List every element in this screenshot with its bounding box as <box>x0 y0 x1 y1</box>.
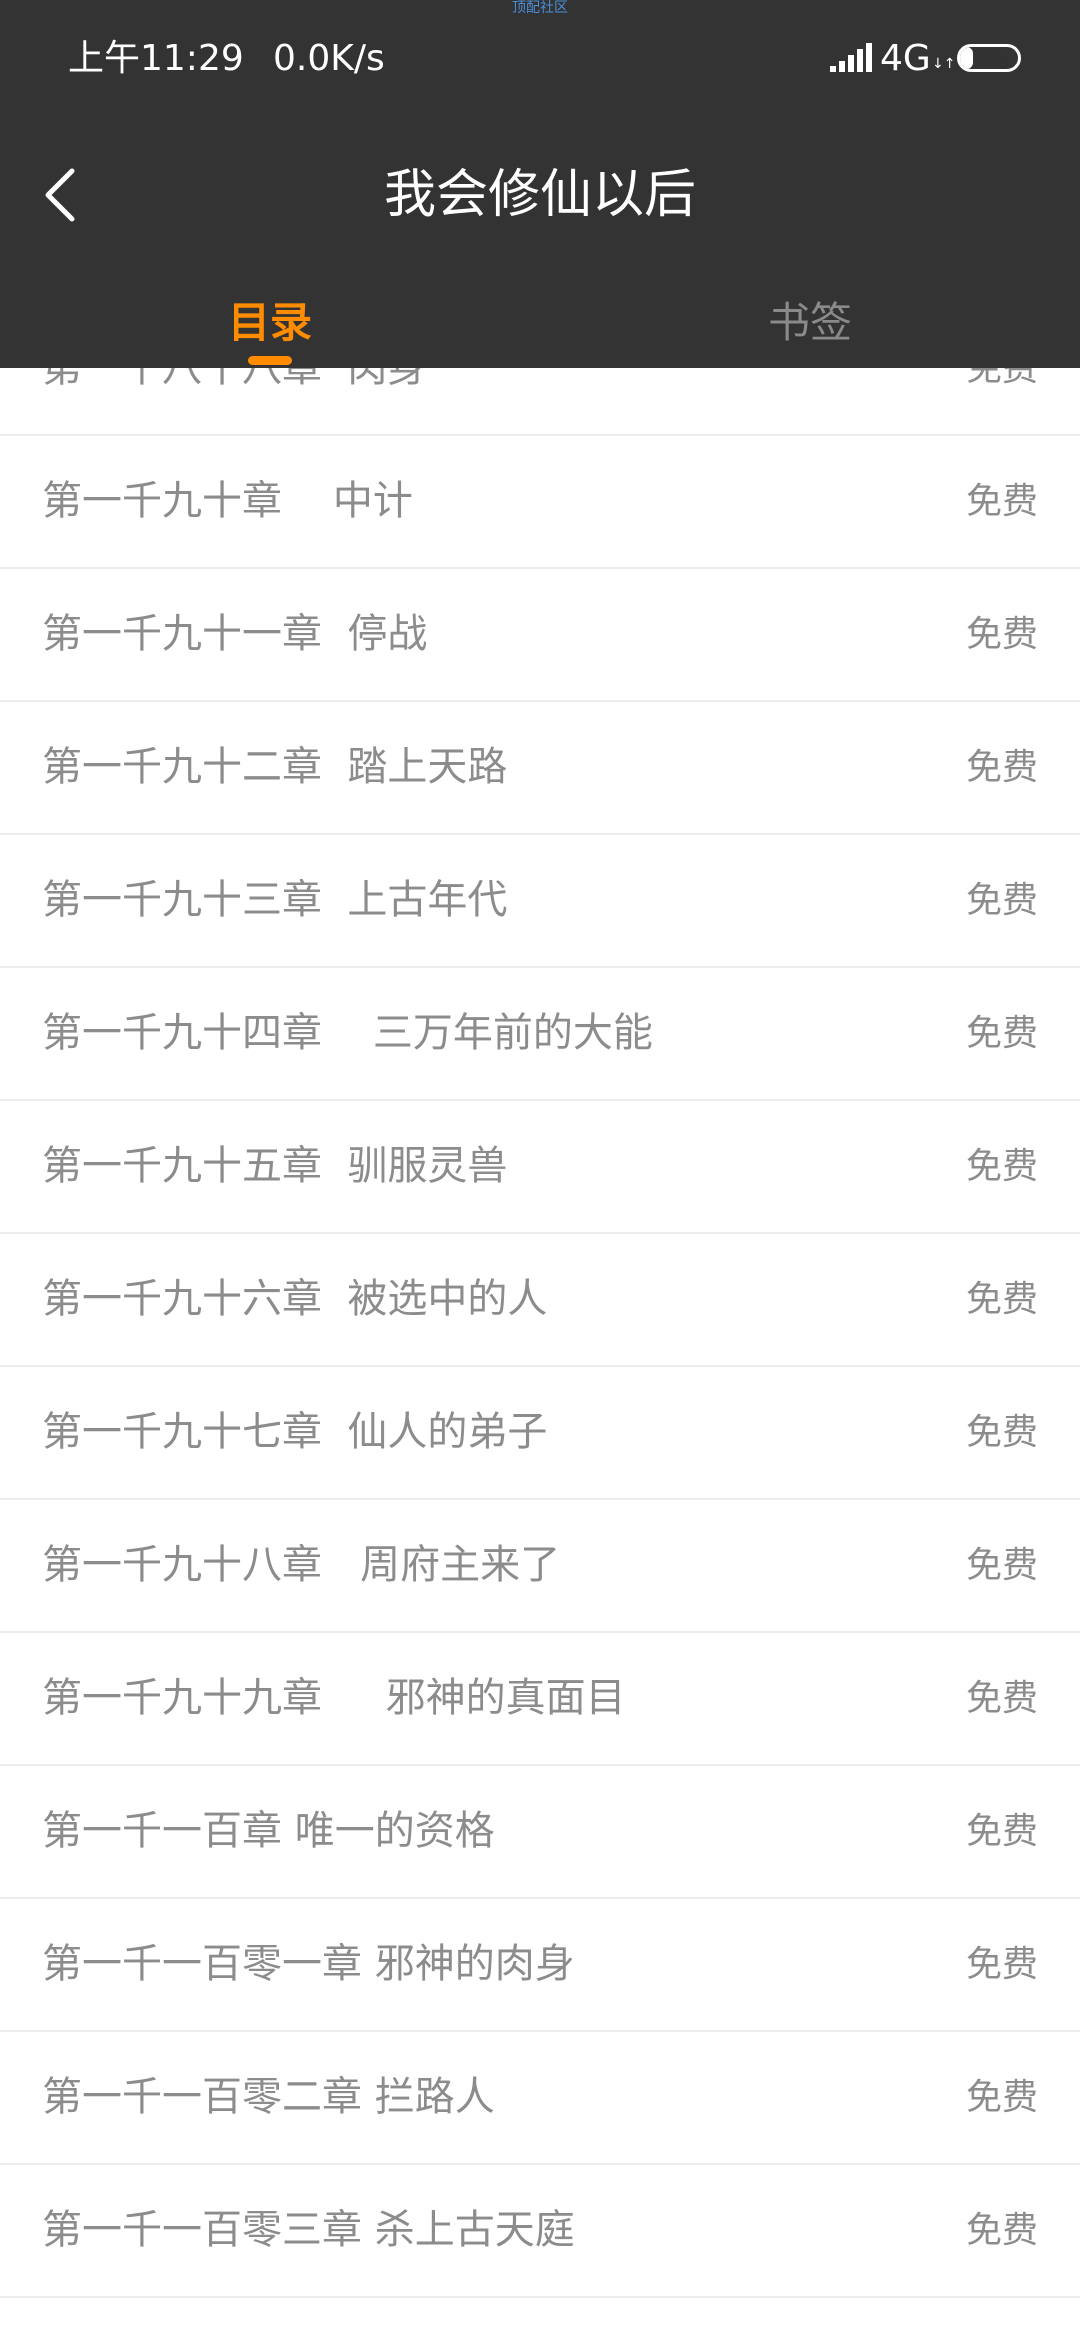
back-button[interactable] <box>30 155 90 235</box>
chapter-title: 第一千一百零三章 杀上古天庭 <box>42 2207 575 2253</box>
chapter-price-label: 免费 <box>965 2077 1038 2118</box>
chevron-left-icon <box>45 168 75 222</box>
network-type: 4G <box>880 38 931 79</box>
chapter-title: 第一千九十八章 周府主来了 <box>42 1542 561 1588</box>
chapter-row[interactable]: 第一千九十章 中计 免费 <box>0 436 1080 569</box>
chapter-price-label: 免费 <box>965 614 1038 655</box>
chapter-price-label: 免费 <box>965 1545 1038 1586</box>
page-title: 我会修仙以后 <box>383 165 696 225</box>
tab-catalog[interactable]: 目录 <box>0 295 540 351</box>
chapter-title: 第一千九十三章 上古年代 <box>42 877 508 923</box>
chapter-row[interactable]: 第一千九十五章 驯服灵兽 免费 <box>0 1101 1080 1234</box>
chapter-list[interactable]: 第一千八十八章 肉身 免费 第一千九十章 中计 免费 第一千九十一章 停战 免费 第一千九十… <box>0 303 1080 2298</box>
top-bar: 顶配社区 上午11:29 0.0K/s 4G ↓↑ 22 我会修仙以后 目录 书… <box>0 0 1080 368</box>
chapter-price-label: 免费 <box>965 747 1038 788</box>
chapter-title: 第一千一百零一章 邪神的肉身 <box>42 1941 575 1987</box>
chapter-price-label: 免费 <box>965 1412 1038 1453</box>
chapter-title: 第一千九十七章 仙人的弟子 <box>42 1409 548 1455</box>
battery-level: 22 <box>974 46 1004 70</box>
status-time: 上午11:29 <box>68 38 244 79</box>
reader-catalog-screen: 第一千八十八章 肉身 免费 第一千九十章 中计 免费 第一千九十一章 停战 免费 第一千九十… <box>0 0 1080 2340</box>
chapter-price-label: 免费 <box>965 1678 1038 1719</box>
chapter-title: 第一千九十章 中计 <box>42 478 413 524</box>
chapter-row[interactable]: 第一千九十四章 三万年前的大能 免费 <box>0 968 1080 1101</box>
chapter-price-label: 免费 <box>965 1279 1038 1320</box>
chapter-price-label: 免费 <box>965 2210 1038 2251</box>
chapter-title: 第一千九十一章 停战 <box>42 611 428 657</box>
chapter-row[interactable]: 第一千九十二章 踏上天路 免费 <box>0 702 1080 835</box>
chapter-row[interactable]: 第一千九十一章 停战 免费 <box>0 569 1080 702</box>
chapter-title: 第一千一百章 唯一的资格 <box>42 1808 495 1854</box>
chapter-row[interactable]: 第一千九十三章 上古年代 免费 <box>0 835 1080 968</box>
signal-icon <box>830 43 872 72</box>
chapter-row[interactable]: 第一千一百零二章 拦路人 免费 <box>0 2032 1080 2165</box>
chapter-row[interactable]: 第一千一百零一章 邪神的肉身 免费 <box>0 1899 1080 2032</box>
tab-bookmark[interactable]: 书签 <box>540 295 1080 351</box>
chapter-price-label: 免费 <box>965 1944 1038 1985</box>
active-tab-indicator <box>248 356 292 365</box>
status-bar: 上午11:29 0.0K/s 4G ↓↑ 22 <box>0 0 1080 118</box>
chapter-row[interactable]: 第一千九十七章 仙人的弟子 免费 <box>0 1367 1080 1500</box>
chapter-price-label: 免费 <box>965 1146 1038 1187</box>
chapter-row[interactable]: 第一千一百零三章 杀上古天庭 免费 <box>0 2165 1080 2298</box>
chapter-price-label: 免费 <box>965 880 1038 921</box>
chapter-price-label: 免费 <box>965 481 1038 522</box>
chapter-title: 第一千九十六章 被选中的人 <box>42 1276 548 1322</box>
chapter-title: 第一千一百零二章 拦路人 <box>42 2074 495 2120</box>
chapter-row[interactable]: 第一千九十六章 被选中的人 免费 <box>0 1234 1080 1367</box>
battery-icon: 22 <box>957 44 1021 72</box>
chapter-price-label: 免费 <box>965 1013 1038 1054</box>
network-activity-icon: ↓↑ <box>932 56 956 72</box>
chapter-title: 第一千九十九章 邪神的真面目 <box>42 1675 626 1721</box>
chapter-row[interactable]: 第一千九十八章 周府主来了 免费 <box>0 1500 1080 1633</box>
chapter-title: 第一千九十二章 踏上天路 <box>42 744 508 790</box>
chapter-title: 第一千九十五章 驯服灵兽 <box>42 1143 508 1189</box>
chapter-price-label: 免费 <box>965 1811 1038 1852</box>
chapter-row[interactable]: 第一千一百章 唯一的资格 免费 <box>0 1766 1080 1899</box>
chapter-row[interactable]: 第一千九十九章 邪神的真面目 免费 <box>0 1633 1080 1766</box>
status-net-speed: 0.0K/s <box>273 38 385 79</box>
chapter-title: 第一千九十四章 三万年前的大能 <box>42 1010 653 1056</box>
